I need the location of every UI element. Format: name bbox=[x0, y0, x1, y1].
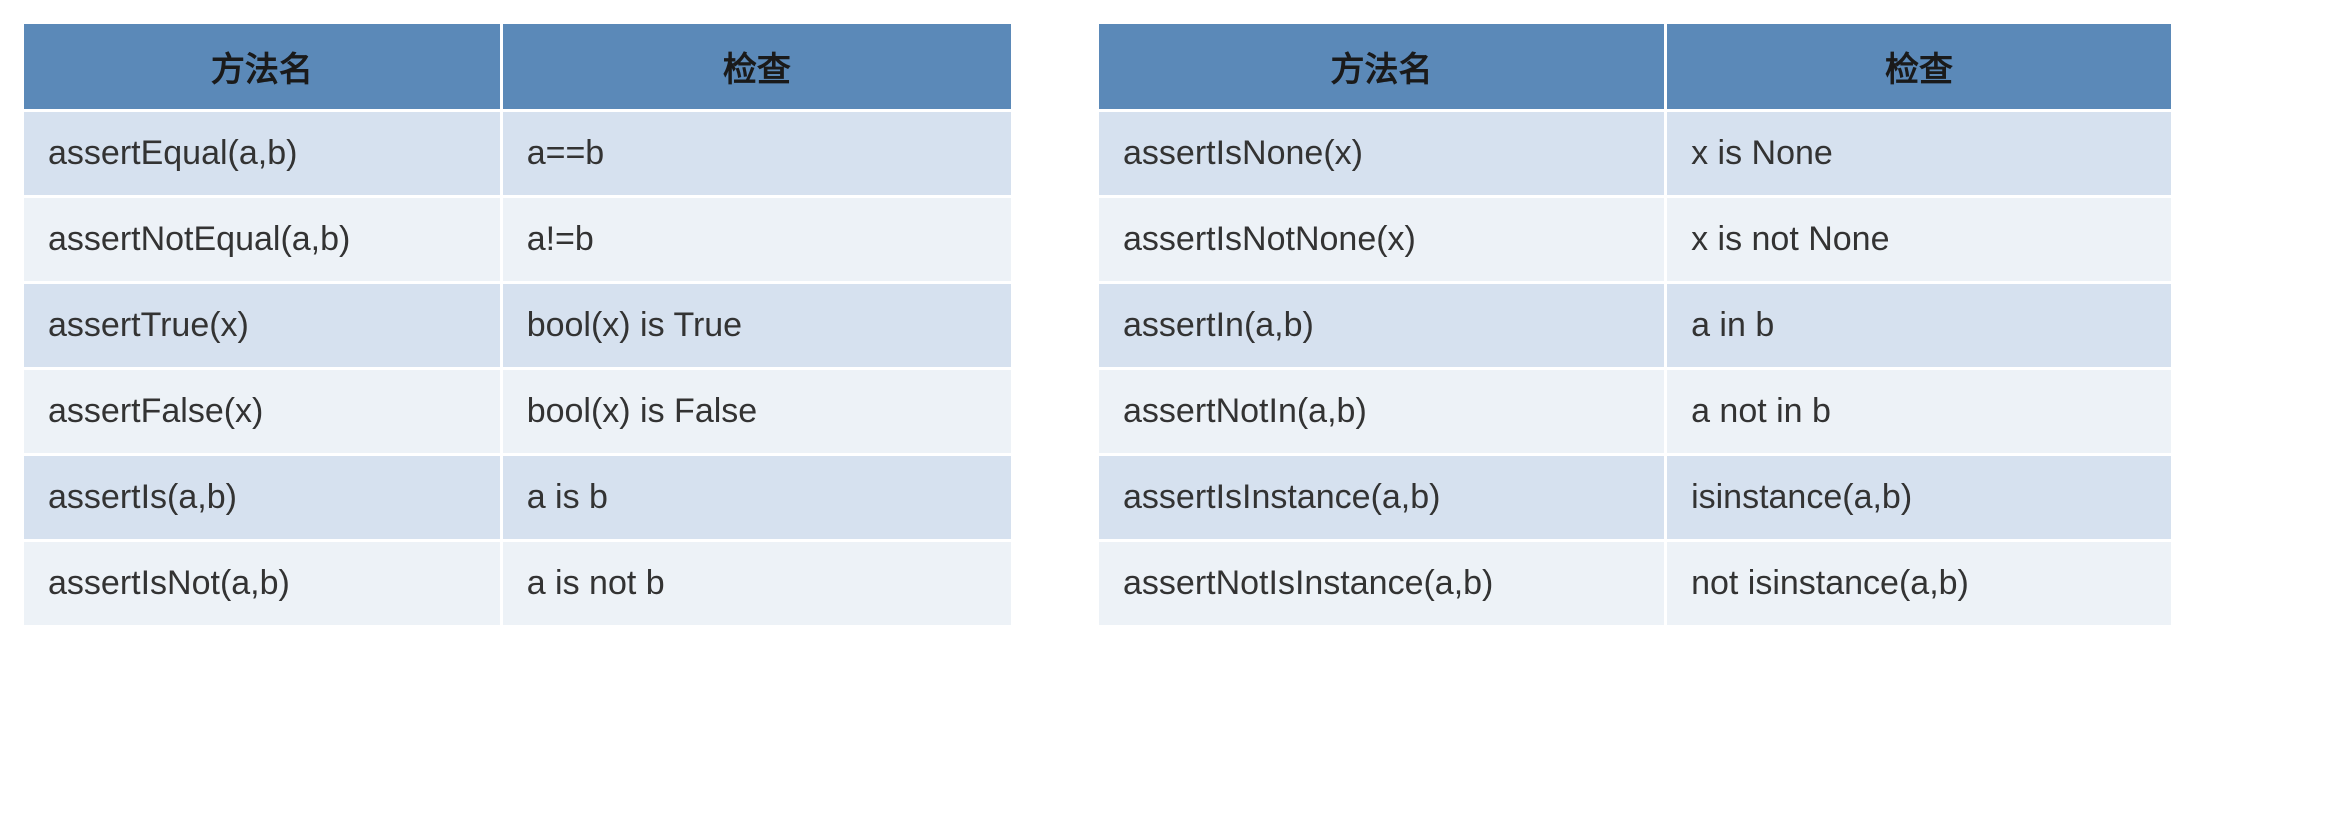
table-row: assertIsNot(a,b) a is not b bbox=[23, 541, 1013, 627]
cell-check: a not in b bbox=[1666, 369, 2173, 455]
cell-check: x is None bbox=[1666, 111, 2173, 197]
cell-method: assertNotIn(a,b) bbox=[1098, 369, 1666, 455]
table-row: assertIsNone(x) x is None bbox=[1098, 111, 2173, 197]
cell-check: bool(x) is False bbox=[501, 369, 1012, 455]
header-method-name: 方法名 bbox=[1098, 23, 1666, 111]
table-row: assertNotIsInstance(a,b) not isinstance(… bbox=[1098, 541, 2173, 627]
cell-method: assertIn(a,b) bbox=[1098, 283, 1666, 369]
table-header-row: 方法名 检查 bbox=[23, 23, 1013, 111]
cell-method: assertNotIsInstance(a,b) bbox=[1098, 541, 1666, 627]
header-check: 检查 bbox=[501, 23, 1012, 111]
cell-method: assertIsNot(a,b) bbox=[23, 541, 502, 627]
table-row: assertIn(a,b) a in b bbox=[1098, 283, 2173, 369]
cell-check: not isinstance(a,b) bbox=[1666, 541, 2173, 627]
assert-methods-table-left: 方法名 检查 assertEqual(a,b) a==b assertNotEq… bbox=[20, 20, 1015, 629]
cell-method: assertIs(a,b) bbox=[23, 455, 502, 541]
table-row: assertFalse(x) bool(x) is False bbox=[23, 369, 1013, 455]
cell-method: assertNotEqual(a,b) bbox=[23, 197, 502, 283]
cell-method: assertIsInstance(a,b) bbox=[1098, 455, 1666, 541]
cell-check: x is not None bbox=[1666, 197, 2173, 283]
cell-method: assertTrue(x) bbox=[23, 283, 502, 369]
cell-method: assertEqual(a,b) bbox=[23, 111, 502, 197]
table-row: assertIs(a,b) a is b bbox=[23, 455, 1013, 541]
header-check: 检查 bbox=[1666, 23, 2173, 111]
cell-check: a is not b bbox=[501, 541, 1012, 627]
cell-method: assertFalse(x) bbox=[23, 369, 502, 455]
table-header-row: 方法名 检查 bbox=[1098, 23, 2173, 111]
cell-method: assertIsNotNone(x) bbox=[1098, 197, 1666, 283]
table-row: assertIsNotNone(x) x is not None bbox=[1098, 197, 2173, 283]
table-left: 方法名 检查 assertEqual(a,b) a==b assertNotEq… bbox=[21, 21, 1014, 628]
table-row: assertNotIn(a,b) a not in b bbox=[1098, 369, 2173, 455]
table-row: assertEqual(a,b) a==b bbox=[23, 111, 1013, 197]
cell-method: assertIsNone(x) bbox=[1098, 111, 1666, 197]
cell-check: isinstance(a,b) bbox=[1666, 455, 2173, 541]
cell-check: a in b bbox=[1666, 283, 2173, 369]
cell-check: a==b bbox=[501, 111, 1012, 197]
table-row: assertNotEqual(a,b) a!=b bbox=[23, 197, 1013, 283]
assert-methods-table-right: 方法名 检查 assertIsNone(x) x is None assertI… bbox=[1095, 20, 2175, 629]
header-method-name: 方法名 bbox=[23, 23, 502, 111]
table-row: assertTrue(x) bool(x) is True bbox=[23, 283, 1013, 369]
table-row: assertIsInstance(a,b) isinstance(a,b) bbox=[1098, 455, 2173, 541]
cell-check: a is b bbox=[501, 455, 1012, 541]
table-right: 方法名 检查 assertIsNone(x) x is None assertI… bbox=[1096, 21, 2174, 628]
cell-check: a!=b bbox=[501, 197, 1012, 283]
cell-check: bool(x) is True bbox=[501, 283, 1012, 369]
